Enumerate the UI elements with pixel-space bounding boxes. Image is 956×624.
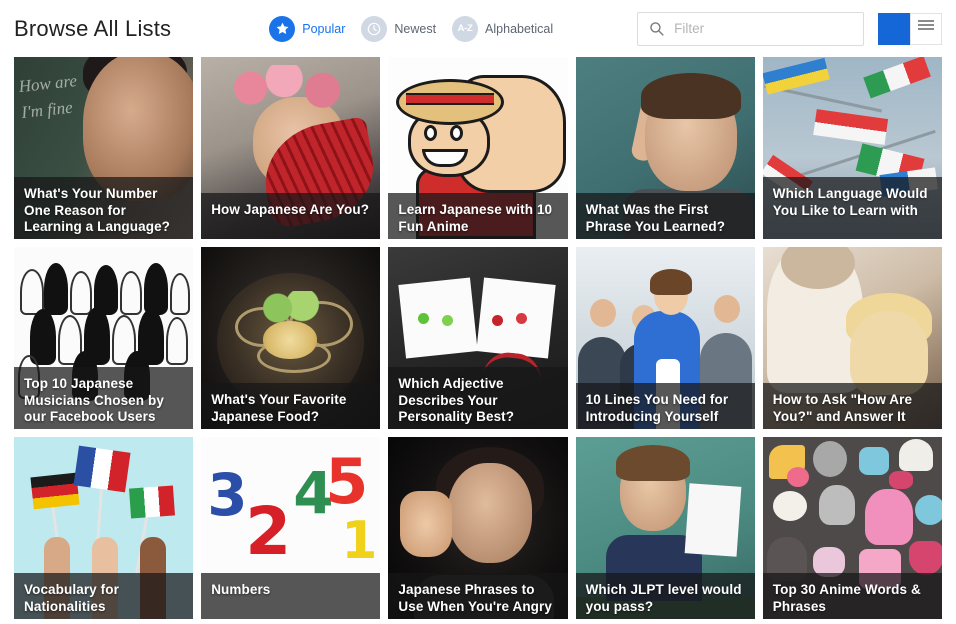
sort-options: Popular Newest A-Z Alphabetical bbox=[269, 15, 559, 42]
list-card[interactable]: How Japanese Are You? bbox=[201, 57, 381, 239]
filter-field-wrap bbox=[637, 11, 864, 46]
sort-option-alphabetical-label: Alphabetical bbox=[485, 21, 554, 36]
star-icon bbox=[269, 15, 296, 42]
lists-grid: How are I'm fine What's Your Number One R… bbox=[0, 57, 956, 619]
list-icon bbox=[918, 19, 934, 38]
sort-option-popular-label: Popular bbox=[302, 21, 346, 36]
card-title: 10 Lines You Need for Introducing Yourse… bbox=[575, 383, 755, 429]
a-z-icon: A-Z bbox=[452, 15, 479, 42]
card-title: What's Your Number One Reason for Learni… bbox=[14, 177, 194, 239]
list-card[interactable]: 3 2 4 5 1 Numbers bbox=[201, 437, 381, 619]
a-z-icon-text: A-Z bbox=[457, 23, 473, 34]
page-title: Browse All Lists bbox=[14, 15, 172, 41]
card-title: Which JLPT level would you pass? bbox=[575, 573, 755, 619]
list-card[interactable]: Which Language Would You Like to Learn w… bbox=[762, 57, 942, 239]
card-title: Numbers bbox=[201, 573, 381, 619]
page-header: Browse All Lists Popular Newest A-Z Alph… bbox=[0, 0, 956, 109]
card-title: Vocabulary for Nationalities bbox=[14, 573, 194, 619]
sort-option-alphabetical[interactable]: A-Z Alphabetical bbox=[452, 15, 559, 42]
search-input[interactable] bbox=[637, 11, 864, 46]
card-title: Japanese Phrases to Use When You're Angr… bbox=[388, 573, 568, 619]
list-view-button[interactable] bbox=[910, 12, 942, 45]
card-title: Which Language Would You Like to Learn w… bbox=[762, 177, 942, 239]
list-card[interactable]: Which Adjective Describes Your Personali… bbox=[388, 247, 568, 429]
card-title: How to Ask "How Are You?" and Answer It bbox=[762, 383, 942, 429]
card-title: Top 10 Japanese Musicians Chosen by our … bbox=[14, 367, 194, 429]
card-title: Top 30 Anime Words & Phrases bbox=[762, 573, 942, 619]
card-title: What Was the First Phrase You Learned? bbox=[575, 193, 755, 239]
list-card[interactable]: Which JLPT level would you pass? bbox=[575, 437, 755, 619]
list-card[interactable]: How are I'm fine What's Your Number One R… bbox=[14, 57, 194, 239]
clock-icon bbox=[361, 15, 388, 42]
list-card[interactable]: Top 30 Anime Words & Phrases bbox=[762, 437, 942, 619]
card-title: Learn Japanese with 10 Fun Anime bbox=[388, 193, 568, 239]
sort-option-newest[interactable]: Newest bbox=[361, 15, 442, 42]
card-title: How Japanese Are You? bbox=[201, 193, 381, 239]
list-card[interactable]: What Was the First Phrase You Learned? bbox=[575, 57, 755, 239]
sort-option-newest-label: Newest bbox=[394, 21, 437, 36]
list-card[interactable]: How to Ask "How Are You?" and Answer It bbox=[762, 247, 942, 429]
sort-option-popular[interactable]: Popular bbox=[269, 15, 351, 42]
list-card[interactable]: What's Your Favorite Japanese Food? bbox=[201, 247, 381, 429]
list-card[interactable]: Japanese Phrases to Use When You're Angr… bbox=[388, 437, 568, 619]
grid-view-button[interactable] bbox=[871, 12, 910, 109]
list-card[interactable]: Learn Japanese with 10 Fun Anime bbox=[388, 57, 568, 239]
list-card[interactable]: Top 10 Japanese Musicians Chosen by our … bbox=[14, 247, 194, 429]
list-card[interactable]: 10 Lines You Need for Introducing Yourse… bbox=[575, 247, 755, 429]
list-card[interactable]: Vocabulary for Nationalities bbox=[14, 437, 194, 619]
card-title: Which Adjective Describes Your Personali… bbox=[388, 367, 568, 429]
card-title: What's Your Favorite Japanese Food? bbox=[201, 383, 381, 429]
view-toggle-group bbox=[871, 12, 942, 109]
